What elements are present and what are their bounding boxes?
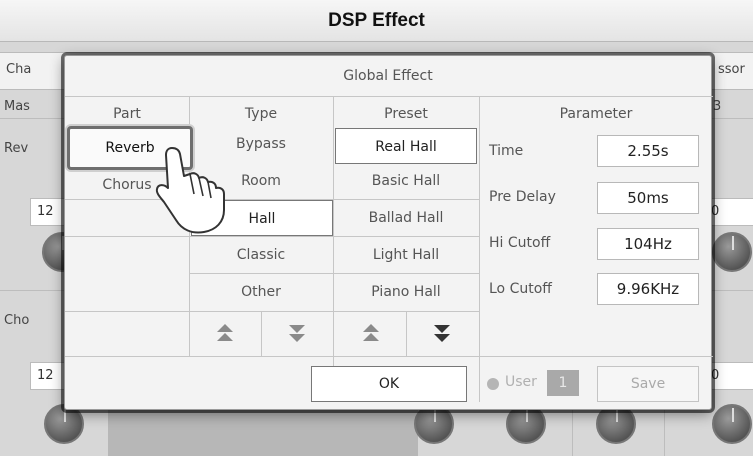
save-button[interactable]: Save <box>597 366 699 402</box>
preset-scroll-down-icon[interactable] <box>430 322 454 344</box>
column-header-type: Type <box>244 106 278 122</box>
preset-real-hall[interactable]: Real Hall <box>335 128 477 164</box>
background-chorus-label: Cho <box>4 313 30 328</box>
param-lo-cutoff-value[interactable]: 9.96KHz <box>597 273 699 305</box>
column-header-part: Part <box>113 106 141 122</box>
type-scroll-down-icon[interactable] <box>285 322 309 344</box>
background-chorus-knob[interactable] <box>44 404 84 444</box>
param-pre-delay-value[interactable]: 50ms <box>597 182 699 214</box>
background-column-label: 3 <box>713 99 722 114</box>
preset-scroll-up-icon[interactable] <box>359 322 383 344</box>
column-header-preset: Preset <box>384 106 428 122</box>
grid-line <box>65 356 713 357</box>
background-master-label: Mas <box>4 99 30 114</box>
param-time-label: Time <box>489 143 524 159</box>
background-divider <box>664 410 665 456</box>
param-time-value[interactable]: 2.55s <box>597 135 699 167</box>
ok-button[interactable]: OK <box>311 366 467 402</box>
hand-pointer-icon <box>155 147 225 234</box>
param-lo-cutoff-label: Lo Cutoff <box>489 281 552 297</box>
user-label: User <box>505 374 537 390</box>
type-scroll-up-icon[interactable] <box>213 322 237 344</box>
user-indicator-icon <box>487 378 499 390</box>
type-other[interactable]: Other <box>189 274 333 310</box>
grid-line <box>479 96 480 402</box>
background-divider <box>572 410 573 456</box>
column-header-parameter: Parameter <box>559 106 633 122</box>
background-tab-right[interactable]: ssor <box>718 62 745 77</box>
grid-line <box>65 96 713 97</box>
user-number-field[interactable]: 1 <box>547 370 579 396</box>
param-hi-cutoff-label: Hi Cutoff <box>489 235 551 251</box>
grid-line <box>65 311 479 312</box>
background-panel-shade <box>108 402 418 456</box>
param-pre-delay-label: Pre Delay <box>489 189 556 205</box>
background-knob[interactable] <box>596 404 636 444</box>
page-title: DSP Effect <box>328 10 425 31</box>
background-reverb-label: Rev <box>4 141 29 156</box>
background-knob[interactable] <box>506 404 546 444</box>
dialog-title: Global Effect <box>343 68 433 84</box>
background-right-knob-1[interactable] <box>712 232 752 272</box>
background-knob[interactable] <box>712 404 752 444</box>
grid-line <box>406 311 407 356</box>
preset-piano-hall[interactable]: Piano Hall <box>333 274 479 310</box>
grid-line <box>261 311 262 356</box>
background-knob[interactable] <box>414 404 454 444</box>
preset-basic-hall[interactable]: Basic Hall <box>333 163 479 199</box>
preset-ballad-hall[interactable]: Ballad Hall <box>333 200 479 236</box>
background-tab-left[interactable]: Cha <box>6 62 31 77</box>
preset-light-hall[interactable]: Light Hall <box>333 237 479 273</box>
type-classic[interactable]: Classic <box>189 237 333 273</box>
param-hi-cutoff-value[interactable]: 104Hz <box>597 228 699 260</box>
